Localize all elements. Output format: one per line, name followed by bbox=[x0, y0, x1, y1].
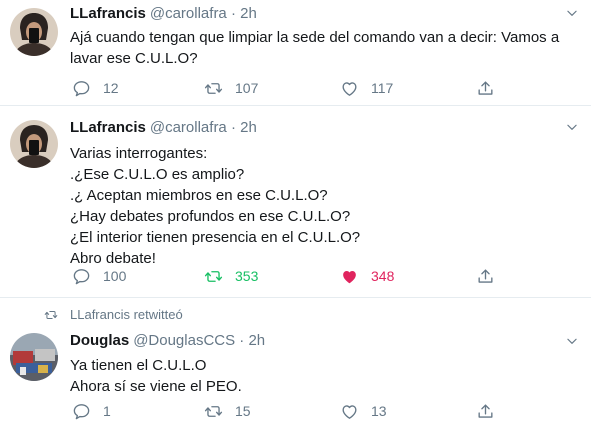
separator-dot: · bbox=[230, 119, 236, 136]
share-button[interactable] bbox=[476, 76, 495, 100]
tweet-header: LLafrancis @carollafra · 2h bbox=[70, 118, 257, 138]
author-handle[interactable]: @carollafra bbox=[150, 5, 227, 22]
like-button[interactable]: 13 bbox=[340, 399, 387, 423]
share-icon bbox=[476, 402, 495, 421]
avatar-image bbox=[10, 333, 58, 381]
reply-count: 12 bbox=[103, 80, 119, 96]
timestamp[interactable]: 2h bbox=[248, 332, 265, 349]
share-icon bbox=[476, 267, 495, 286]
heart-icon bbox=[340, 402, 359, 421]
tweet-actions: 100 353 348 bbox=[70, 264, 510, 288]
heart-icon bbox=[340, 267, 359, 286]
tweet-actions: 1 15 13 bbox=[70, 399, 510, 423]
tweet[interactable]: LLafrancis retwitteó Douglas @DouglasCCS … bbox=[0, 298, 591, 427]
avatar[interactable] bbox=[10, 8, 58, 56]
reply-count: 1 bbox=[103, 403, 111, 419]
separator-dot: · bbox=[230, 5, 236, 22]
tweet[interactable]: LLafrancis @carollafra · 2h Ajá cuando te… bbox=[0, 0, 591, 106]
tweet[interactable]: LLafrancis @carollafra · 2h Varias interr… bbox=[0, 106, 591, 298]
retweet-button[interactable]: 107 bbox=[204, 76, 258, 100]
avatar-image bbox=[10, 120, 58, 168]
reply-button[interactable]: 12 bbox=[72, 76, 119, 100]
author-handle[interactable]: @carollafra bbox=[150, 119, 227, 136]
retweet-button[interactable]: 15 bbox=[204, 399, 251, 423]
retweet-context[interactable]: LLafrancis retwitteó bbox=[44, 307, 183, 322]
share-button[interactable] bbox=[476, 264, 495, 288]
retweet-count: 15 bbox=[235, 403, 251, 419]
tweet-text: Ajá cuando tengan que limpiar la sede de… bbox=[70, 29, 560, 67]
chevron-down-icon[interactable] bbox=[565, 6, 579, 20]
tweet-header: Douglas @DouglasCCS · 2h bbox=[70, 331, 265, 351]
author-name[interactable]: LLafrancis bbox=[70, 119, 146, 136]
author-name[interactable]: Douglas bbox=[70, 332, 129, 349]
share-icon bbox=[476, 79, 495, 98]
reply-button[interactable]: 1 bbox=[72, 399, 111, 423]
author-name[interactable]: LLafrancis bbox=[70, 5, 146, 22]
like-count: 117 bbox=[371, 80, 394, 96]
avatar[interactable] bbox=[10, 120, 58, 168]
tweet-text: Varias interrogantes: .¿Ese C.U.L.O es a… bbox=[70, 145, 361, 267]
separator-dot: · bbox=[239, 332, 245, 349]
reply-icon bbox=[72, 267, 91, 286]
tweet-actions: 12 107 117 bbox=[70, 76, 510, 100]
tweet-header: LLafrancis @carollafra · 2h bbox=[70, 4, 257, 24]
reply-icon bbox=[72, 402, 91, 421]
chevron-down-icon[interactable] bbox=[565, 120, 579, 134]
reply-count: 100 bbox=[103, 268, 127, 284]
retweet-icon bbox=[204, 267, 223, 286]
retweet-count: 107 bbox=[235, 80, 259, 96]
avatar-image bbox=[10, 8, 58, 56]
author-handle[interactable]: @DouglasCCS bbox=[133, 332, 235, 349]
retweet-context-label: LLafrancis retwitteó bbox=[70, 307, 183, 322]
share-button[interactable] bbox=[476, 399, 495, 423]
tweet-text: Ya tienen el C.U.L.O Ahora sí se viene e… bbox=[70, 357, 242, 395]
like-count: 13 bbox=[371, 403, 387, 419]
reply-icon bbox=[72, 79, 91, 98]
retweet-button[interactable]: 353 bbox=[204, 264, 258, 288]
like-count: 348 bbox=[371, 268, 395, 284]
timestamp[interactable]: 2h bbox=[240, 119, 257, 136]
timestamp[interactable]: 2h bbox=[240, 5, 257, 22]
retweet-icon bbox=[44, 308, 58, 322]
chevron-down-icon[interactable] bbox=[565, 334, 579, 348]
like-button[interactable]: 117 bbox=[340, 76, 393, 100]
like-button[interactable]: 348 bbox=[340, 264, 394, 288]
retweet-icon bbox=[204, 79, 223, 98]
heart-icon bbox=[340, 79, 359, 98]
retweet-icon bbox=[204, 402, 223, 421]
retweet-count: 353 bbox=[235, 268, 259, 284]
avatar[interactable] bbox=[10, 333, 58, 381]
reply-button[interactable]: 100 bbox=[72, 264, 126, 288]
